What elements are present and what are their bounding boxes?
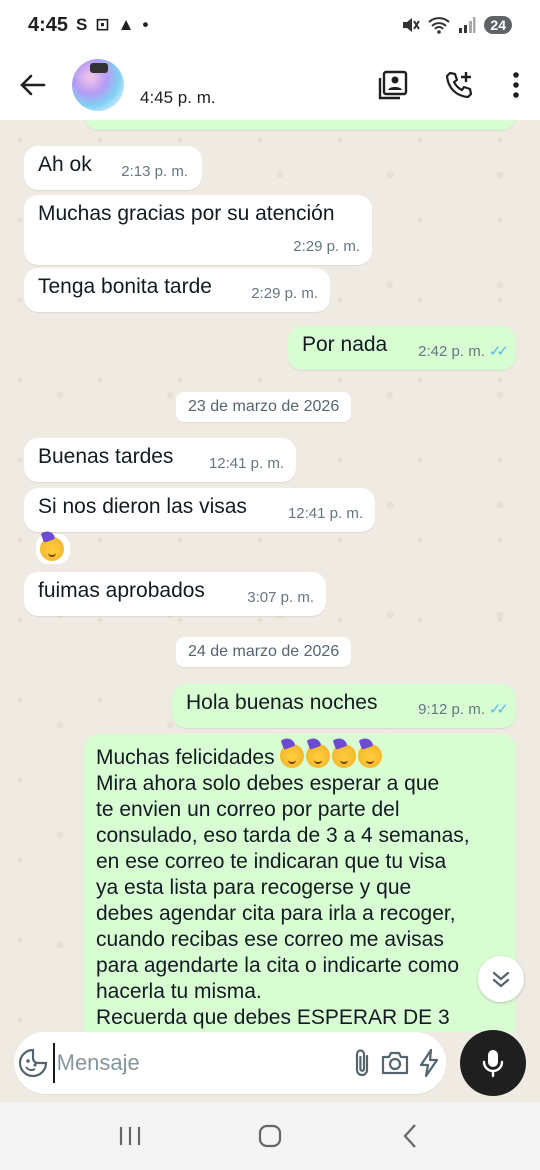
partying-face-icon [358,744,383,768]
message-line: en ese correo te indicaran que tu visa [96,850,447,873]
contact-card-icon [378,70,408,100]
read-ticks-icon: ✓✓ [488,343,509,360]
status-right: 24 [400,15,512,35]
message-line: debes agendar cita para irla a recoger, [96,902,456,925]
message-text: Buenas tardes [38,445,174,468]
message-outgoing-long[interactable]: Muchas felicidades Mira ahora solo debes… [84,734,516,1032]
more-vertical-icon [513,72,519,98]
battery-indicator: 24 [484,16,512,34]
sticker-button[interactable] [14,1032,53,1094]
header-actions [360,50,540,120]
double-chevron-down-icon [492,971,510,988]
message-time: 2:42 p. m. [418,343,485,360]
message-time: 12:41 p. m. [208,455,284,472]
message-text: Si nos dieron las visas [38,495,247,518]
reaction-emoji[interactable] [36,534,70,564]
chat-header: 4:45 p. m. [0,50,540,120]
home-icon [258,1124,282,1148]
message-incoming[interactable]: Buenas tardes 12:41 p. m. [24,438,296,482]
message-line: hacerla tu misma. [96,980,262,1003]
camera-button[interactable] [378,1032,412,1094]
microphone-icon [482,1050,504,1078]
message-incoming[interactable]: Tenga bonita tarde 2:29 p. m. [24,268,330,312]
home-button[interactable] [240,1106,300,1166]
s-notification-icon: S [76,15,88,34]
status-left: 4:45 S ⊡ ▲ • [28,14,148,37]
contact-avatar[interactable] [72,59,124,111]
date-separator: 24 de marzo de 2026 [176,637,352,667]
message-outgoing[interactable]: Hola buenas noches 9:12 p. m. ✓✓ [172,684,516,728]
message-text: Muchas gracias por su atención [38,202,335,225]
system-nav-bar [0,1102,540,1170]
recent-apps-button[interactable] [100,1106,160,1166]
camera-icon [382,1051,409,1075]
status-time: 4:45 [28,13,69,36]
message-time: 2:29 p. m. [293,238,360,255]
back-button[interactable] [0,50,66,120]
message-time: 12:41 p. m. [287,505,363,522]
message-text: Ah ok [38,153,92,176]
lightning-icon [420,1048,439,1078]
message-incoming[interactable]: Ah ok 2:13 p. m. [24,146,202,190]
recent-apps-icon [119,1127,141,1145]
phone-add-icon [445,71,473,99]
voice-record-button[interactable] [460,1030,526,1096]
message-text: Hola buenas noches [186,691,378,714]
message-incoming[interactable]: Si nos dieron las visas 12:41 p. m. [24,488,375,532]
message-line: te envien un correo por parte del [96,798,400,821]
message-line: consulado, eso tarda de 3 a 4 semanas, [96,824,470,847]
paperclip-icon [355,1049,368,1077]
arrow-left-icon [20,74,46,96]
wifi-icon [428,17,451,34]
message-line: para agendarte la cita o indicarte como [96,954,460,977]
sticker-smile-icon [19,1048,48,1078]
scroll-to-bottom-button[interactable] [478,956,524,1002]
message-line: Recuerda que debes ESPERAR DE 3 [96,1006,450,1029]
partying-face-icon [40,537,64,561]
chevron-left-icon [403,1124,416,1148]
contact-card-button[interactable] [360,50,426,120]
status-bar: 4:45 S ⊡ ▲ • 24 [0,0,540,50]
message-line: cuando recibas ese correo me avisas [96,928,444,951]
message-incoming[interactable]: Muchas gracias por su atención 2:29 p. m… [24,195,372,265]
read-ticks-icon: ✓✓ [488,701,509,718]
nav-back-button[interactable] [380,1106,440,1166]
header-last-seen[interactable]: 4:45 p. m. [140,88,216,108]
message-meta: 9:12 p. m. ✓✓ [418,695,509,723]
message-time: 2:29 p. m. [251,285,318,302]
message-time: 3:07 p. m. [247,589,314,606]
message-line: Muchas felicidades [96,744,504,771]
message-input[interactable] [52,1043,345,1083]
menu-button[interactable] [492,50,540,120]
message-composer [14,1032,446,1094]
message-outgoing[interactable]: Por nada 2:42 p. m. ✓✓ [288,326,516,370]
message-time: 9:12 p. m. [418,701,485,718]
mute-icon [403,18,421,32]
signal-icon [459,17,476,33]
partying-face-icon [306,744,331,768]
message-line: Mira ahora solo debes esperar a que [96,772,440,795]
message-text: Por nada [302,333,388,356]
message-meta: 2:42 p. m. ✓✓ [418,337,509,365]
message-line: ya esta lista para recogerse y que [96,876,412,899]
message-text: fuimas aprobados [38,579,205,602]
quick-reply-button[interactable] [412,1032,446,1094]
message-line-text: Muchas felicidades [96,746,275,769]
partying-face-icon [280,744,305,768]
message-outgoing-partial[interactable] [84,120,516,130]
message-incoming[interactable]: fuimas aprobados 3:07 p. m. [24,572,326,616]
alert-icon: ▲ [117,15,135,34]
attach-button[interactable] [345,1032,379,1094]
add-call-button[interactable] [426,50,492,120]
dot-icon: • [142,15,149,34]
chat-area[interactable]: Ah ok 2:13 p. m. Muchas gracias por su a… [0,120,540,1032]
date-separator: 23 de marzo de 2026 [176,392,352,422]
screenshot-icon: ⊡ [95,15,110,34]
partying-face-icon [332,744,357,768]
message-time: 2:13 p. m. [121,163,188,180]
message-text: Tenga bonita tarde [38,275,212,298]
